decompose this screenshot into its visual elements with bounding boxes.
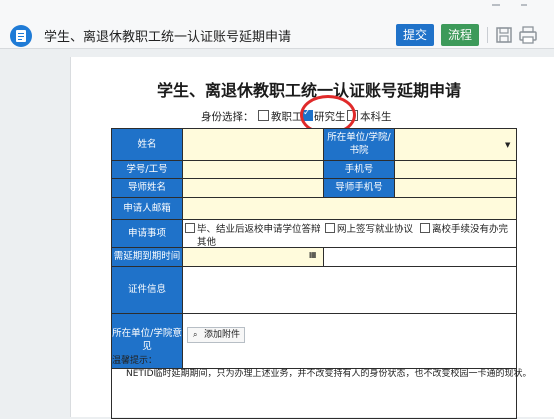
submit-button[interactable]: 提交 [396,24,434,46]
save-icon[interactable] [493,24,515,46]
row-divider [112,160,516,161]
unit-select[interactable] [395,129,516,160]
row-divider [112,197,516,198]
advisor-phone-input[interactable] [395,179,516,197]
matter-leaving-label: 离校手续没有办完 [432,224,509,235]
add-attachment-button[interactable]: ⌕ 添加附件 [187,327,245,343]
student-id-input[interactable] [183,161,323,178]
row-divider [112,247,516,248]
toolbar-divider [487,27,488,43]
top-toolbar: 学生、离退休教职工统一认证账号延期申请 提交 流程 [0,0,554,49]
matter-employment-checkbox[interactable] [325,223,335,233]
matter-employment-label: 网上签写就业协议 [337,224,414,235]
column-divider [323,129,324,197]
column-divider [182,129,183,368]
tip-text: NETID临时延期期间，只为办理上述业务，并不改变持有人的身份状态，也不改变校园… [126,369,532,379]
form-page: 学生、离退休教职工统一认证账号延期申请 身份选择： 教职工 研究生 本科生 姓名… [70,57,554,419]
flow-button[interactable]: 流程 [441,24,479,46]
certificate-label: 证件信息 [112,267,182,313]
form-title: 学生、离退休教职工统一认证账号延期申请 [157,81,462,100]
tip-title: 温馨提示： [112,356,158,366]
print-icon[interactable] [517,24,539,46]
unit-label: 所在单位/学院/书院 [324,129,394,160]
phone-label: 手机号 [324,161,394,178]
phone-input[interactable] [395,161,516,178]
row-divider [112,313,516,314]
identity-label: 身份选择： [201,111,254,123]
name-label: 姓名 [112,129,182,160]
add-attachment-label: 添加附件 [204,330,241,340]
document-icon [10,25,32,47]
matter-other-label: 其他 [197,237,217,248]
advisor-input[interactable] [183,179,323,197]
teacher-option-label: 教职工 [271,111,303,123]
student-id-label: 学号/工号 [112,161,182,178]
matter-defense-checkbox[interactable] [185,223,195,233]
name-input[interactable] [183,129,323,160]
email-label: 申请人邮箱 [112,198,182,219]
advisor-label: 导师姓名 [112,179,182,197]
row-divider [112,266,516,267]
paperclip-icon: ⌕ [193,330,198,339]
column-divider [323,248,324,266]
advisor-phone-label: 导师手机号 [324,179,394,197]
row-divider [112,178,516,179]
matters-label: 申请事项 [112,220,182,247]
window-control-close[interactable] [521,4,527,6]
teacher-checkbox[interactable] [258,110,269,121]
matter-defense-label: 毕、结业后返校申请学位答辩 [197,224,321,235]
undergraduate-option-label: 本科生 [360,111,392,123]
row-divider [112,219,516,220]
matter-leaving-checkbox[interactable] [420,223,430,233]
column-divider [394,129,395,197]
email-input[interactable] [183,198,516,219]
deadline-label: 需延期到期时间 [112,248,182,266]
chevron-down-icon[interactable]: ▼ [505,141,510,149]
window-control-minimize[interactable] [492,4,500,6]
calendar-icon[interactable]: ▦ [309,250,317,259]
deadline-date-input[interactable] [183,248,323,266]
window-title: 学生、离退休教职工统一认证账号延期申请 [44,30,292,45]
